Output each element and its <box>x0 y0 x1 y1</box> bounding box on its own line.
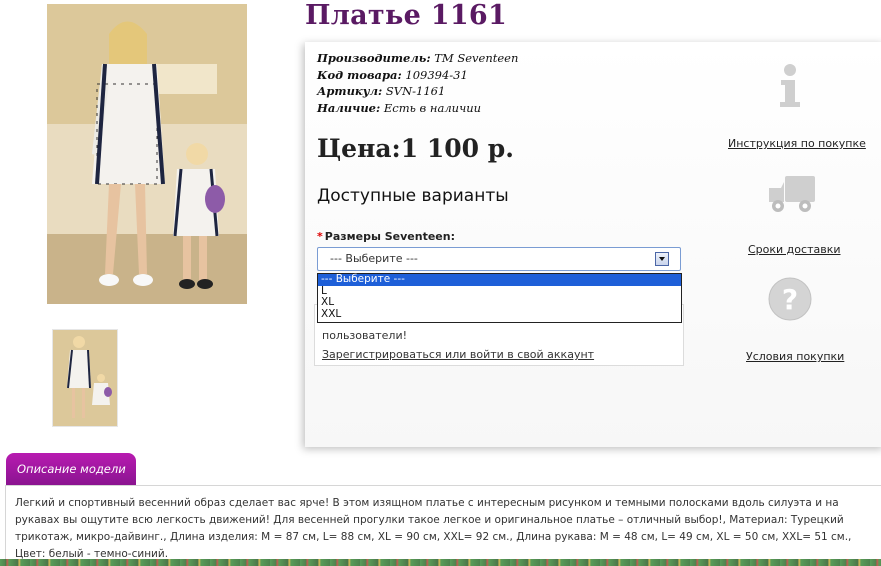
manufacturer-value: TM Seventeen <box>430 51 519 65</box>
size-select[interactable]: --- Выберите --- <box>317 247 681 271</box>
required-mark: * <box>317 230 323 243</box>
purchase-conditions-link[interactable]: Условия покупки <box>746 350 844 363</box>
product-title: Платье 1161 <box>305 0 508 31</box>
article-label: Артикул: <box>317 84 383 98</box>
size-label-text: Размеры Seventeen: <box>324 230 455 243</box>
product-code-line: Код товара: 109394-31 <box>317 67 518 84</box>
article-line: Артикул: SVN-1161 <box>317 83 518 100</box>
product-thumbnail[interactable] <box>52 329 118 427</box>
size-option-placeholder[interactable]: --- Выберите --- <box>318 273 681 286</box>
delivery-terms-link[interactable]: Сроки доставки <box>748 243 841 256</box>
size-option-xxl[interactable]: XXL <box>318 308 681 321</box>
product-main-image[interactable] <box>47 4 247 304</box>
availability-value: Есть в наличии <box>380 100 482 115</box>
question-icon: ? <box>767 276 813 322</box>
variants-heading: Доступные варианты <box>317 186 509 206</box>
tab-description-label: Описание модели <box>17 462 126 476</box>
purchase-instructions-link[interactable]: Инструкция по покупке <box>728 137 866 150</box>
tab-description[interactable]: Описание модели <box>6 453 136 485</box>
availability-label: Наличие: <box>317 100 381 115</box>
size-label: * Размеры Seventeen: <box>317 230 455 243</box>
manufacturer-label: Производитель: <box>317 51 431 65</box>
svg-text:?: ? <box>782 283 798 316</box>
product-code-label: Код товара: <box>317 67 402 82</box>
availability-line: Наличие: Есть в наличии <box>317 100 518 117</box>
size-select-value: --- Выберите --- <box>330 252 418 265</box>
truck-icon <box>767 174 817 214</box>
description-box: Легкий и спортивный весенний образ сдела… <box>5 485 881 566</box>
chevron-down-icon[interactable] <box>655 252 669 266</box>
info-icon <box>775 64 805 108</box>
decorative-garland <box>0 559 881 566</box>
size-option-l[interactable]: L <box>318 285 681 298</box>
manufacturer-line: Производитель: TM Seventeen <box>317 50 518 67</box>
description-text: Легкий и спортивный весенний образ сдела… <box>15 497 852 560</box>
product-code-value: 109394-31 <box>401 67 468 82</box>
size-dropdown-list[interactable]: --- Выберите --- L XL XXL <box>317 273 682 323</box>
article-value: SVN-1161 <box>382 84 446 98</box>
size-option-xl[interactable]: XL <box>318 296 681 309</box>
product-attributes: Производитель: TM Seventeen Код товара: … <box>317 50 518 116</box>
login-notice-text: пользователи! <box>322 329 408 342</box>
register-login-link[interactable]: Зарегистрироваться или войти в свой акка… <box>322 348 594 361</box>
product-price: Цена:1 100 р. <box>317 134 514 163</box>
